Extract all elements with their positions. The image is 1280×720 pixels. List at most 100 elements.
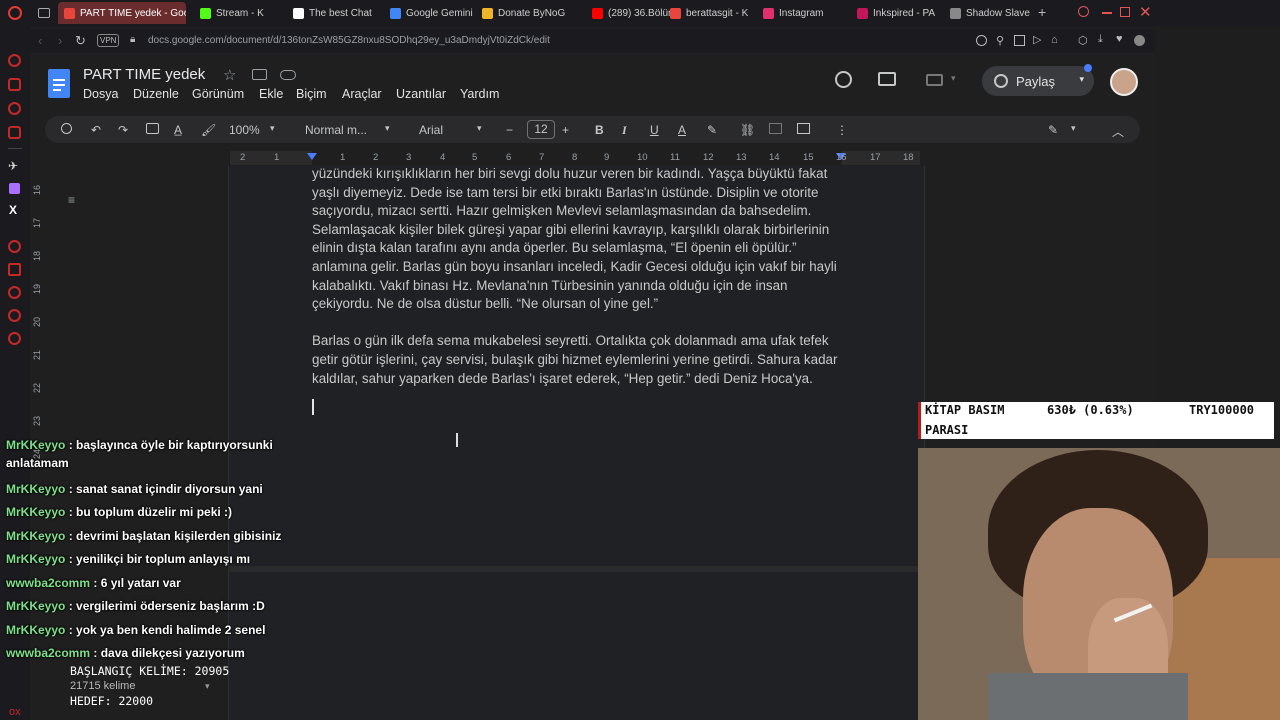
spellcheck-icon[interactable]: A̲ [174, 123, 182, 137]
settings-icon[interactable] [8, 332, 21, 345]
menu-item[interactable]: Araçlar [342, 87, 382, 101]
whatsapp-icon[interactable] [8, 126, 21, 139]
lock-icon[interactable]: 🔒︎ [130, 34, 135, 45]
tab-5[interactable]: (289) 36.Bölüm [592, 2, 680, 24]
sidebar-app-icon[interactable]: ✈ [8, 159, 18, 173]
menu-item[interactable]: Biçim [296, 87, 327, 101]
editing-mode-icon[interactable]: ✎ [1048, 123, 1058, 137]
tab-overview-icon[interactable] [38, 8, 50, 18]
editing-mode-chevron-icon[interactable]: ▾ [1071, 123, 1076, 134]
more-options-icon[interactable]: ⋮ [836, 123, 848, 137]
menu-item[interactable]: Yardım [460, 87, 499, 101]
bookmarks-icon[interactable] [8, 263, 21, 276]
image-icon[interactable] [797, 123, 810, 134]
menu-item[interactable]: Uzantılar [396, 87, 446, 101]
account-icon[interactable] [1134, 35, 1145, 46]
version-history-icon[interactable] [835, 71, 852, 88]
text-color-icon[interactable]: A [678, 123, 686, 137]
increase-font-icon[interactable]: + [562, 123, 569, 137]
decrease-font-icon[interactable]: − [506, 123, 513, 137]
zoom-icon[interactable] [976, 35, 987, 46]
tab-7[interactable]: Instagram [763, 2, 851, 24]
vpn-badge[interactable]: VPN [97, 34, 120, 47]
tab-3[interactable]: Google Gemini [390, 2, 478, 24]
extensions-toolbar-icon[interactable]: ⬡ [1078, 34, 1088, 47]
heart-icon[interactable]: ♥ [1116, 33, 1123, 45]
extensions-icon[interactable] [8, 309, 21, 322]
underline-icon[interactable]: U [650, 123, 659, 137]
search-menus-icon[interactable] [61, 123, 72, 134]
word-count-badge[interactable]: 21715 kelime [70, 679, 210, 694]
print-icon[interactable] [146, 123, 159, 134]
meet-icon[interactable] [926, 74, 943, 86]
meet-dropdown-icon[interactable]: ▾ [951, 73, 956, 84]
opera-logo-icon[interactable] [8, 6, 22, 20]
ai-icon[interactable] [8, 78, 21, 91]
url-text[interactable]: docs.google.com/document/d/136tonZsW85GZ… [148, 35, 550, 46]
chat-message: wwwba2comm : 6 yıl yatarı var [6, 574, 296, 592]
tab-2[interactable]: The best Chat [293, 2, 381, 24]
undo-icon[interactable]: ↶ [91, 123, 101, 137]
style-chevron-icon[interactable]: ▾ [385, 123, 390, 134]
comments-icon[interactable] [878, 72, 896, 86]
new-tab-button[interactable]: + [1038, 4, 1046, 20]
sidebar-more-icon[interactable]: ox [9, 706, 21, 718]
clock-icon[interactable] [8, 286, 21, 299]
move-folder-icon[interactable] [252, 69, 267, 80]
search-tabs-icon[interactable] [1078, 6, 1089, 17]
pin-icon[interactable]: ⚲ [996, 34, 1004, 47]
collapse-menus-icon[interactable]: ︿ [1112, 123, 1124, 140]
tab-4[interactable]: Donate ByNoG [482, 2, 570, 24]
document-body[interactable]: yüzündeki kırışıklıkların her biri sevgi… [312, 165, 842, 415]
chevron-down-icon[interactable]: ▾ [1079, 74, 1084, 85]
play-icon[interactable]: ▷ [1033, 33, 1041, 46]
text-cursor [312, 398, 314, 415]
maximize-button[interactable] [1120, 7, 1130, 17]
star-icon[interactable]: ☆ [223, 66, 236, 84]
word-count-chevron-icon[interactable]: ▾ [205, 681, 210, 692]
outline-icon[interactable]: ≡ [68, 193, 75, 207]
tab-label: The best Chat [309, 7, 372, 19]
player-icon[interactable]: ⌂ [1051, 34, 1058, 46]
reload-icon[interactable]: ↻ [75, 33, 86, 49]
menu-item[interactable]: Dosya [83, 87, 118, 101]
docs-logo-icon[interactable] [48, 69, 70, 98]
zoom-chevron-icon[interactable]: ▾ [270, 123, 275, 134]
messenger-icon[interactable] [8, 102, 21, 115]
highlight-icon[interactable]: ✎ [707, 123, 717, 137]
download-icon[interactable]: ⤓ [1098, 33, 1103, 46]
tab-0[interactable]: PART TIME yedek - Goog [58, 2, 186, 24]
chat-separator: : [65, 622, 77, 637]
link-icon[interactable]: ⛓︎ [740, 123, 755, 137]
snapshot-icon[interactable] [1014, 35, 1025, 46]
twitch-icon[interactable] [9, 183, 20, 194]
tab-9[interactable]: Shadow Slave [950, 2, 1038, 24]
x-icon[interactable]: X [9, 203, 17, 217]
tab-6[interactable]: berattasgit - K [670, 2, 758, 24]
italic-icon[interactable]: I [622, 123, 627, 138]
share-button[interactable]: Paylaş ▾ [982, 66, 1094, 96]
close-window-button[interactable]: ✕ [1139, 3, 1152, 21]
menu-item[interactable]: Düzenle [133, 87, 179, 101]
forward-icon[interactable]: › [58, 33, 62, 48]
avatar[interactable] [1110, 68, 1138, 96]
back-icon[interactable]: ‹ [38, 33, 42, 48]
history-icon[interactable] [8, 240, 21, 253]
zoom-select[interactable]: 100% [229, 123, 260, 137]
style-select[interactable]: Normal m... [305, 123, 367, 137]
font-size-input[interactable]: 12 [527, 120, 555, 139]
redo-icon[interactable]: ↷ [118, 123, 128, 137]
document-title[interactable]: PART TIME yedek [83, 66, 205, 83]
tab-1[interactable]: Stream - K [200, 2, 288, 24]
tab-8[interactable]: Inkspired - PA [857, 2, 945, 24]
menu-item[interactable]: Görünüm [192, 87, 244, 101]
font-select[interactable]: Arial [419, 123, 443, 137]
comment-add-icon[interactable] [769, 123, 782, 134]
speed-dial-icon[interactable] [8, 54, 21, 67]
paint-format-icon[interactable]: 🖌︎ [201, 123, 216, 137]
minimize-button[interactable] [1102, 12, 1112, 14]
font-chevron-icon[interactable]: ▾ [477, 123, 482, 134]
bold-icon[interactable]: B [595, 123, 604, 137]
horizontal-ruler[interactable]: 2 1 1 2 3 4 5 6 7 8 9 10 11 12 13 14 15 16 17 18 [230, 151, 920, 165]
menu-item[interactable]: Ekle [259, 87, 283, 101]
